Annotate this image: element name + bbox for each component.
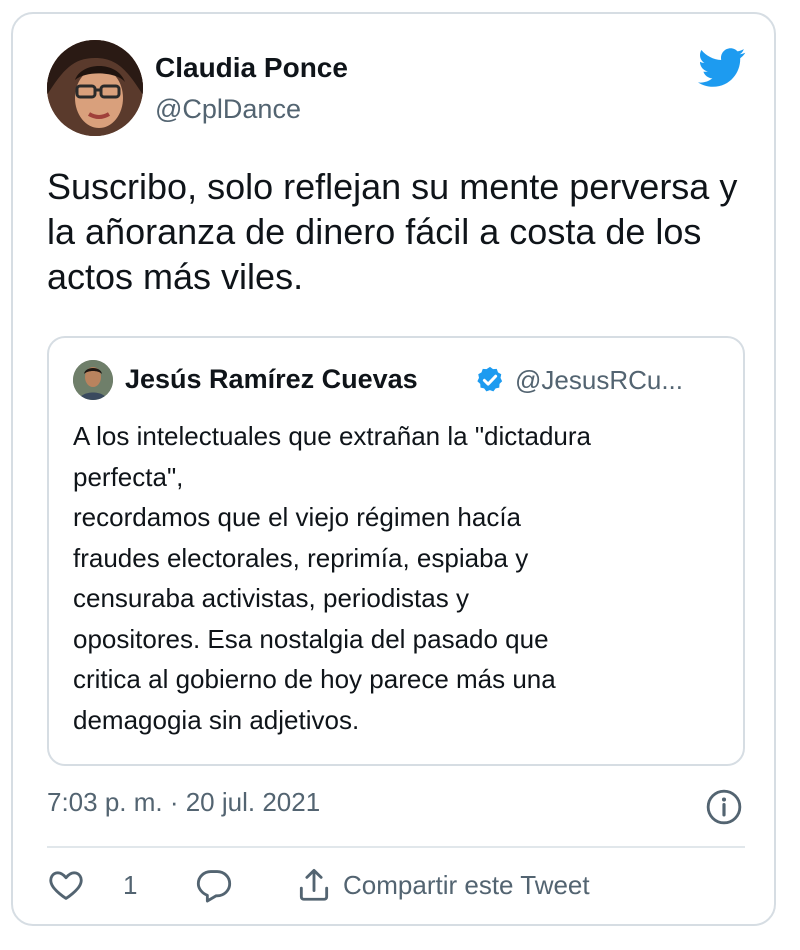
quoted-text-line: recordamos que el viejo régimen hacía (73, 502, 522, 532)
quoted-author-name[interactable]: Jesús Ramírez Cuevas (125, 364, 418, 395)
tweet-timestamp[interactable]: 7:03 p. m. · 20 jul. 2021 (47, 787, 320, 818)
author-avatar[interactable] (47, 40, 143, 136)
share-tweet-button[interactable]: Compartir este Tweet (343, 870, 590, 901)
action-bar: 1 Compartir este Tweet (47, 866, 745, 910)
tweet-text: Suscribo, solo reflejan su mente pervers… (47, 166, 738, 297)
twitter-bird-icon[interactable] (697, 48, 747, 88)
quoted-text-line: fraudes electorales, reprimía, espiaba y (73, 542, 529, 573)
verified-badge-icon (475, 365, 505, 395)
quoted-text-line: A los intelectuales que extrañan la "dic… (73, 421, 592, 451)
share-icon[interactable] (295, 866, 333, 904)
quoted-text-line: demagogia sin adjetivos. (73, 704, 360, 735)
quoted-text-line: critica al gobierno de hoy parece más un… (73, 664, 556, 694)
divider (47, 846, 745, 848)
reply-bubble-icon[interactable] (195, 866, 233, 904)
info-icon[interactable] (705, 788, 743, 826)
quoted-tweet-text: A los intelectuales que extrañan la "dic… (73, 416, 723, 740)
quoted-text-line: perfecta", (73, 461, 184, 492)
like-count[interactable]: 1 (123, 870, 137, 901)
tweet-card: Claudia Ponce @CplDance Suscribo, solo r… (11, 12, 776, 926)
heart-icon[interactable] (47, 866, 85, 904)
quoted-author-avatar[interactable] (73, 360, 113, 400)
quoted-text-line: opositores. Esa nostalgia del pasado que (73, 623, 549, 654)
quoted-tweet[interactable]: Jesús Ramírez Cuevas @JesusRCu... A los … (47, 336, 745, 766)
quoted-author-handle[interactable]: @JesusRCu... (515, 365, 683, 396)
quoted-text-line: censuraba activistas, periodistas y (73, 583, 469, 613)
author-handle[interactable]: @CplDance (155, 94, 301, 125)
author-name[interactable]: Claudia Ponce (155, 52, 348, 84)
